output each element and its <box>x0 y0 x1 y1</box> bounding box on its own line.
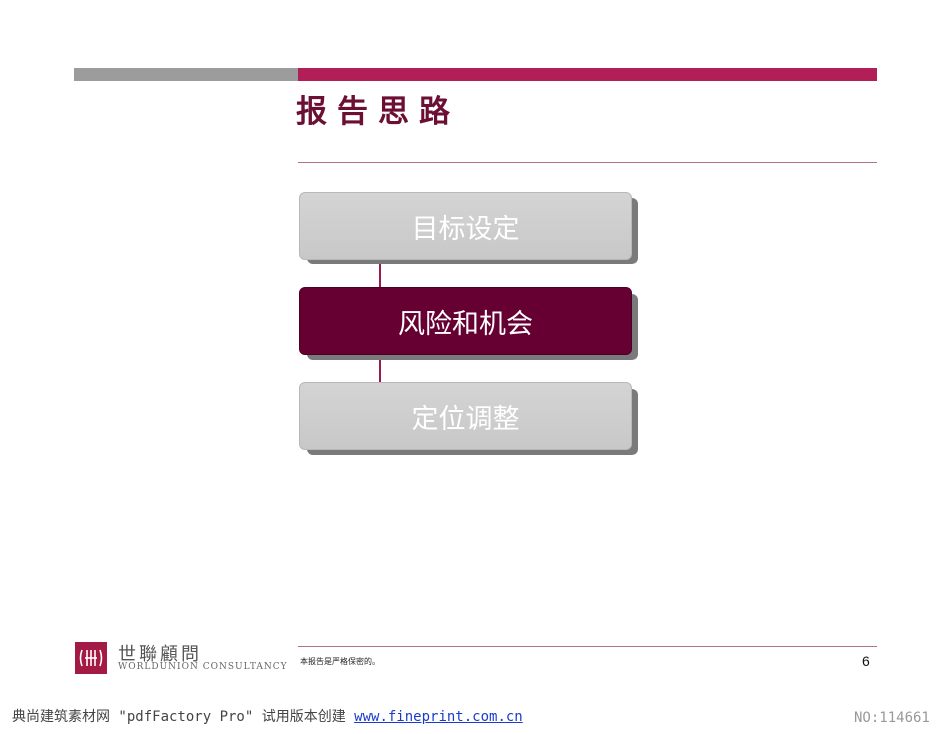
slide-title: 报告思路 <box>296 94 460 130</box>
flow-box-label: 目标设定 <box>411 213 520 245</box>
company-name-en: WORLDUNION CONSULTANCY <box>118 662 288 672</box>
page-number: 6 <box>862 653 870 669</box>
flow-box-goal-setting: 目标设定 <box>299 192 632 260</box>
confidential-notice: 本报告是严格保密的。 <box>300 657 380 666</box>
pdf-watermark: 典尚建筑素材网 "pdfFactory Pro" 试用版本创建 www.fine… <box>12 706 523 726</box>
document-id: NO:114661 <box>854 710 930 726</box>
flow-box-risk-opportunity: 风险和机会 <box>299 287 632 355</box>
watermark-text: 典尚建筑素材网 "pdfFactory Pro" 试用版本创建 <box>12 709 355 725</box>
flow-box-label: 风险和机会 <box>398 308 533 340</box>
header-bar-accent <box>298 68 877 81</box>
title-divider <box>298 162 877 163</box>
footer-divider <box>298 646 877 647</box>
header-bar-gray <box>74 68 298 81</box>
flow-box-label: 定位调整 <box>411 403 520 435</box>
company-logo-icon <box>75 642 107 674</box>
flow-box-positioning-adjustment: 定位调整 <box>299 382 632 450</box>
watermark-link[interactable]: www.fineprint.com.cn <box>354 709 523 725</box>
